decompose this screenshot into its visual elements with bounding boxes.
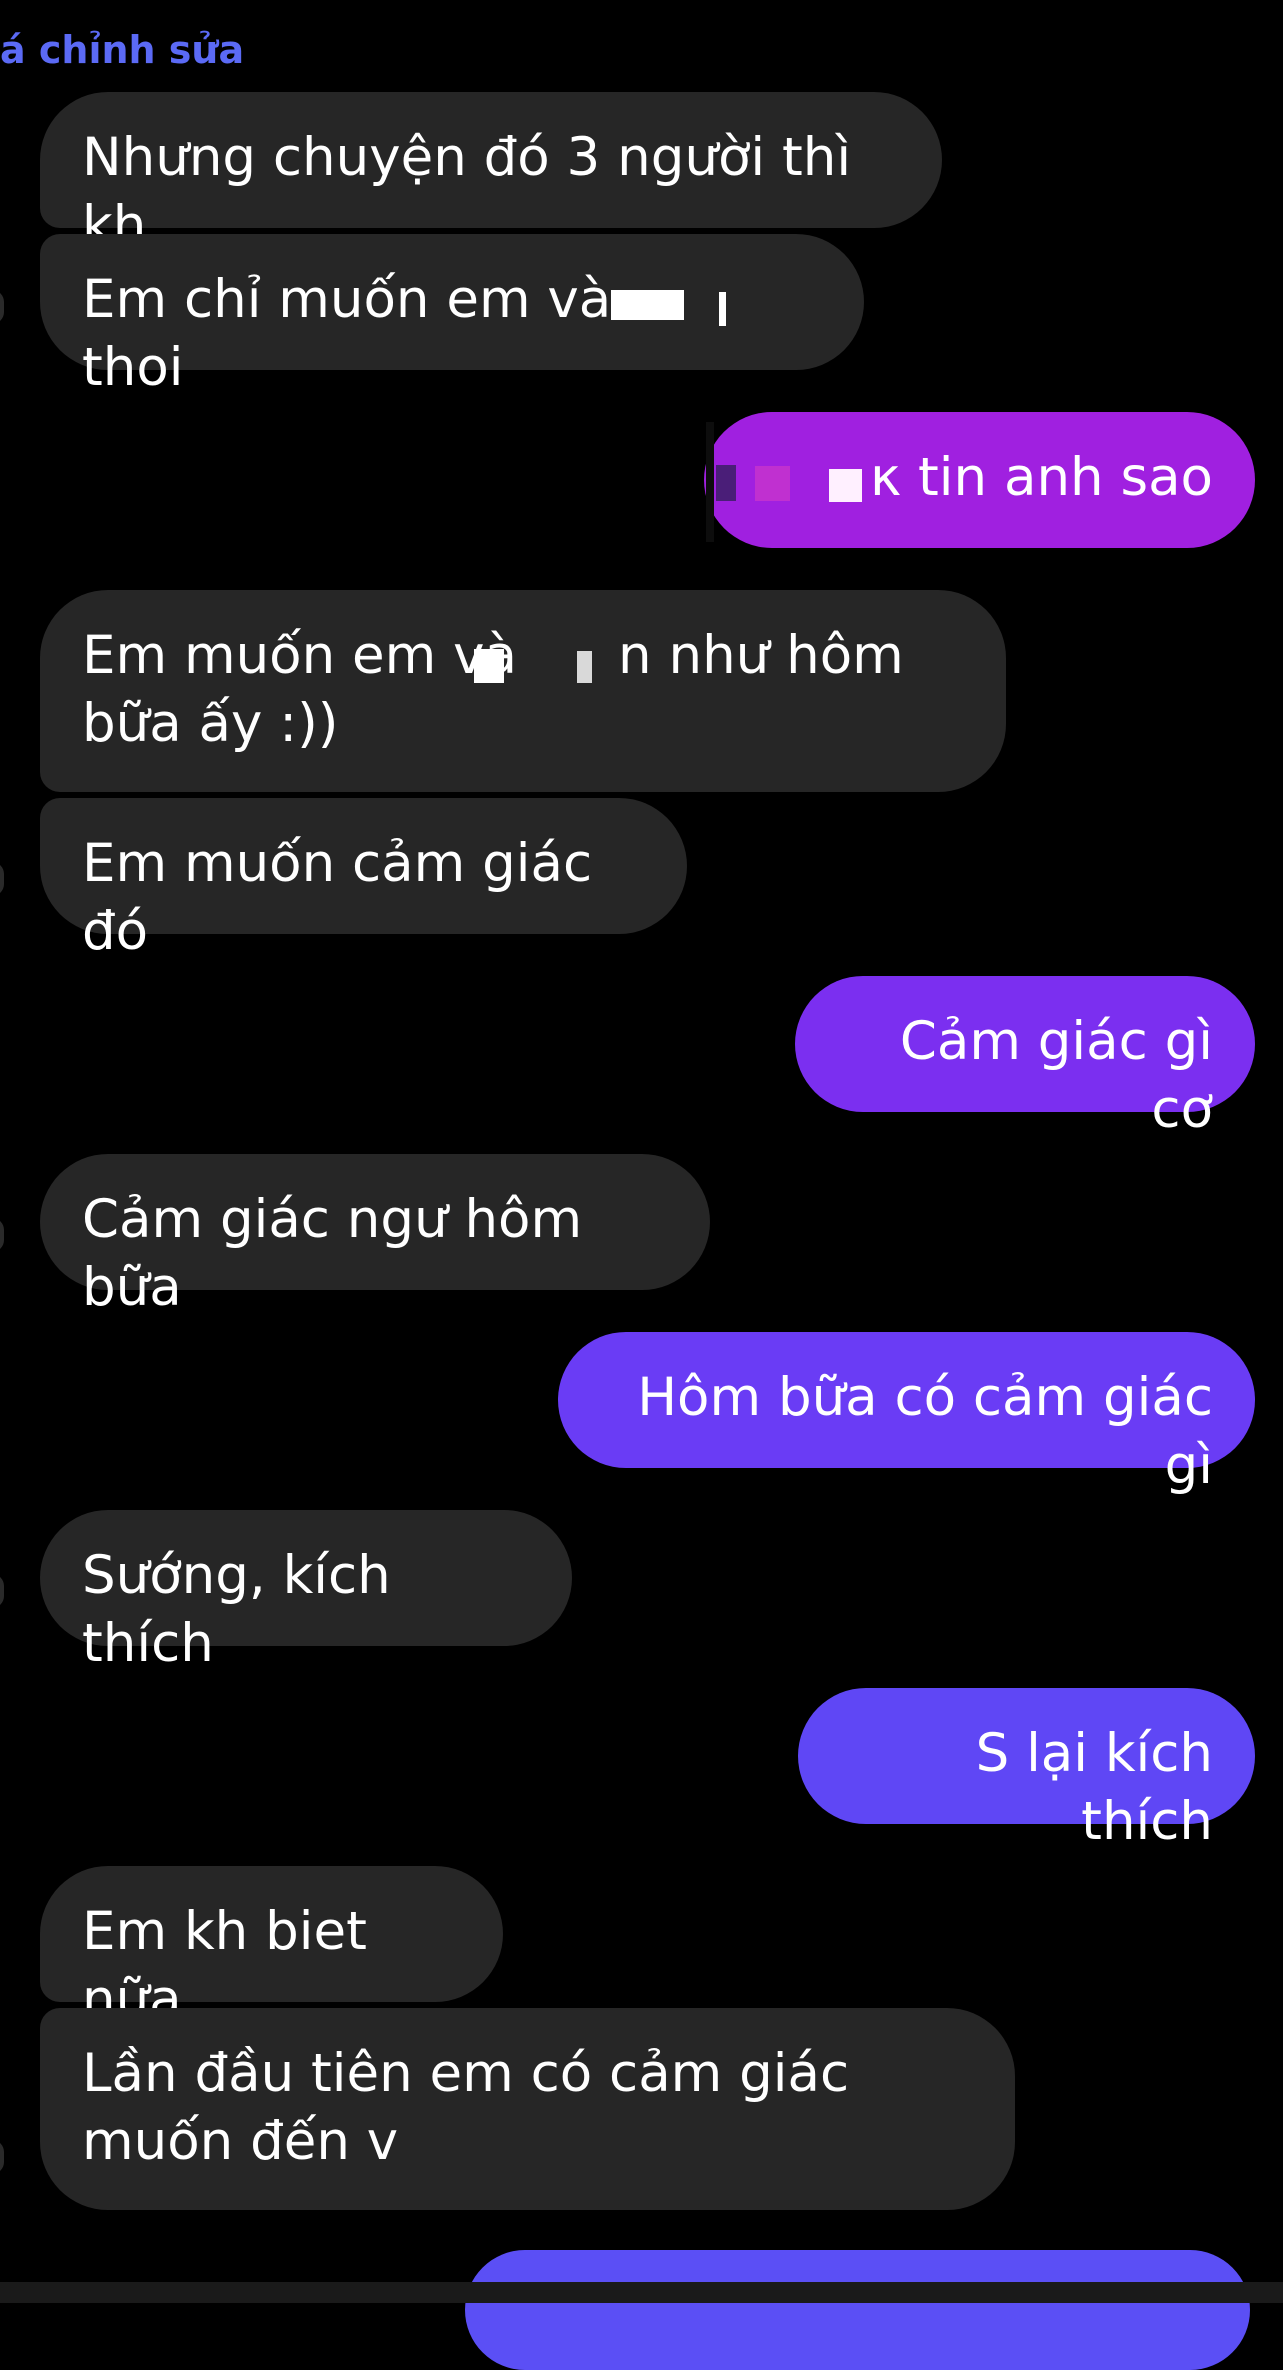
redaction-block — [755, 466, 790, 501]
redaction-block — [706, 422, 714, 542]
message-bubble-incoming[interactable]: Em muốn cảm giác đó — [40, 798, 687, 962]
avatar[interactable] — [0, 862, 4, 896]
avatar[interactable] — [0, 2140, 4, 2174]
avatar[interactable] — [0, 290, 4, 324]
message-bubble-outgoing[interactable]: Cảm giác gì cơ — [795, 976, 1255, 1140]
message-bubble-incoming[interactable]: Lần đầu tiên em có cảm giác muốn đến v — [40, 2008, 1015, 2210]
redaction-block — [719, 292, 726, 326]
message-bubble-incoming[interactable]: Em muốn em và n như hôm bữa ấy :)) — [40, 590, 1006, 792]
redaction-block — [716, 465, 736, 501]
message-bubble-incoming[interactable]: Sướng, kích thích — [40, 1510, 572, 1674]
message-bubble-outgoing[interactable]: Hôm bữa có cảm giác gì — [558, 1332, 1255, 1496]
message-bubble-incoming[interactable]: Nhưng chuyện đó 3 người thì kh — [40, 92, 942, 256]
message-bubble-incoming[interactable]: Em chỉ muốn em và thoi — [40, 234, 864, 398]
message-bubble-incoming[interactable]: Cảm giác ngư hôm bữa — [40, 1154, 710, 1318]
message-bubble-incoming[interactable]: Em kh biet nữa — [40, 1866, 503, 2030]
bottom-bar — [0, 2282, 1283, 2303]
redaction-block — [577, 651, 592, 683]
edited-label[interactable]: á chỉnh sửa — [0, 28, 244, 72]
avatar[interactable] — [0, 1218, 4, 1252]
redaction-block — [829, 469, 862, 502]
message-bubble-outgoing[interactable]: S lại kích thích — [798, 1688, 1255, 1852]
avatar[interactable] — [0, 1574, 4, 1608]
message-bubble-outgoing-partial[interactable] — [465, 2250, 1250, 2370]
redaction-block — [611, 290, 684, 320]
redaction-block — [474, 649, 504, 683]
